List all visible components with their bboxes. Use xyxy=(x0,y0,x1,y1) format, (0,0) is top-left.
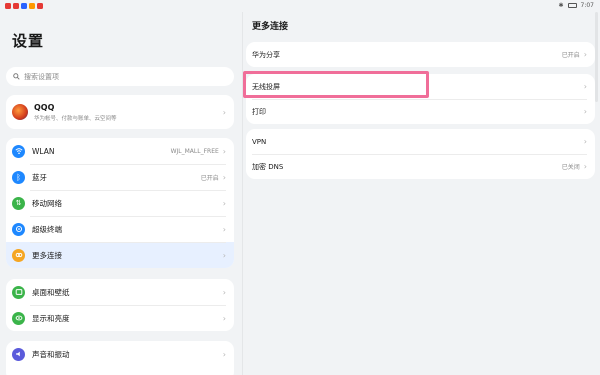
notification-app-icon xyxy=(21,3,27,9)
pane-divider xyxy=(242,12,243,375)
sidebar-item-value: WJL_MALL_FREE xyxy=(170,147,219,155)
avatar xyxy=(12,104,28,120)
status-bar: ✱ 7:07 xyxy=(0,0,600,12)
notification-app-icon xyxy=(29,3,35,9)
chevron-right-icon: › xyxy=(222,107,226,117)
row-label: 打印 xyxy=(252,107,266,116)
row-value: 已开启 xyxy=(561,52,580,59)
sidebar-item-display-brightness[interactable]: 显示和亮度 › xyxy=(6,305,234,331)
chevron-right-icon: › xyxy=(222,146,226,156)
notification-app-icon xyxy=(37,3,43,9)
chevron-right-icon: › xyxy=(222,172,226,182)
chevron-right-icon: › xyxy=(583,107,587,116)
sidebar-item-label: 声音和振动 xyxy=(32,349,70,359)
sidebar-item-label: 桌面和壁纸 xyxy=(32,287,70,297)
more-connections-icon xyxy=(12,248,25,262)
chevron-right-icon: › xyxy=(583,82,587,91)
chevron-right-icon: › xyxy=(222,224,226,234)
sidebar-item-label: 更多连接 xyxy=(32,250,62,260)
sidebar-item-label: 移动网络 xyxy=(32,198,62,208)
sidebar-item-label: WLAN xyxy=(32,146,55,156)
sidebar-item-value: 已开启 xyxy=(200,174,219,182)
vpn-row[interactable]: VPN › xyxy=(246,129,595,154)
search-placeholder: 搜索设置项 xyxy=(24,72,59,81)
sidebar-item-super-device[interactable]: 超级终端 › xyxy=(6,216,234,242)
notification-app-icon xyxy=(13,3,19,9)
row-label: 加密 DNS xyxy=(252,162,284,171)
sidebar-item-more-connections[interactable]: 更多连接 › xyxy=(6,242,234,268)
huawei-share-card: 华为分享 已开启 › xyxy=(246,42,595,67)
chevron-right-icon: › xyxy=(222,287,226,297)
sidebar-item-bluetooth[interactable]: ᛒ 蓝牙 已开启 › xyxy=(6,164,234,190)
sidebar-item-label: 蓝牙 xyxy=(32,172,47,182)
desktop-wallpaper-icon xyxy=(12,285,25,299)
chevron-right-icon: › xyxy=(583,162,587,171)
sidebar-item-wlan[interactable]: WLAN WJL_MALL_FREE › xyxy=(6,138,234,164)
row-label: VPN xyxy=(252,137,267,146)
clock: 7:07 xyxy=(580,2,594,9)
row-value: 已关闭 xyxy=(561,164,580,171)
chevron-right-icon: › xyxy=(222,250,226,260)
chevron-right-icon: › xyxy=(583,137,587,146)
wifi-icon xyxy=(12,144,25,158)
sound-group: 声音和振动 › xyxy=(6,341,234,375)
notification-icons xyxy=(5,3,43,9)
huawei-share-row[interactable]: 华为分享 已开启 › xyxy=(246,42,595,67)
scrollbar[interactable] xyxy=(595,12,598,102)
account-subtitle: 华为帐号、付款与账单、云空间等 xyxy=(34,115,117,122)
display-group: 桌面和壁纸 › 显示和亮度 › xyxy=(6,279,234,331)
search-icon xyxy=(13,73,20,80)
row-label: 华为分享 xyxy=(252,50,280,59)
page-title: 设置 xyxy=(12,32,45,50)
chevron-right-icon: › xyxy=(222,349,226,359)
status-right: ✱ 7:07 xyxy=(558,2,594,9)
search-input[interactable]: 搜索设置项 xyxy=(6,67,234,86)
sound-vibration-icon xyxy=(12,347,25,361)
notification-app-icon xyxy=(5,3,11,9)
chevron-right-icon: › xyxy=(583,50,587,59)
bluetooth-icon: ᛒ xyxy=(12,170,25,184)
detail-title: 更多连接 xyxy=(252,22,289,32)
bluetooth-status-icon: ✱ xyxy=(558,2,564,9)
battery-icon xyxy=(567,3,577,8)
highlight-box xyxy=(243,71,429,98)
sidebar-item-sound-vibration[interactable]: 声音和振动 › xyxy=(6,341,234,367)
mobile-network-icon: ⇅ xyxy=(12,196,25,210)
account-row[interactable]: QQQ 华为帐号、付款与账单、云空间等 › xyxy=(6,95,234,129)
account-card[interactable]: QQQ 华为帐号、付款与账单、云空间等 › xyxy=(6,95,234,129)
vpn-dns-card: VPN › 加密 DNS 已关闭 › xyxy=(246,129,595,179)
display-brightness-icon xyxy=(12,311,25,325)
sidebar-item-label: 超级终端 xyxy=(32,224,62,234)
sidebar-item-desktop-wallpaper[interactable]: 桌面和壁纸 › xyxy=(6,279,234,305)
encrypted-dns-row[interactable]: 加密 DNS 已关闭 › xyxy=(246,154,595,179)
print-row[interactable]: 打印 › xyxy=(246,99,595,124)
chevron-right-icon: › xyxy=(222,198,226,208)
connectivity-group: WLAN WJL_MALL_FREE › ᛒ 蓝牙 已开启 › ⇅ 移动网络 ›… xyxy=(6,138,234,268)
sidebar-item-mobile-network[interactable]: ⇅ 移动网络 › xyxy=(6,190,234,216)
sidebar-item-label: 显示和亮度 xyxy=(32,313,70,323)
chevron-right-icon: › xyxy=(222,313,226,323)
account-name: QQQ xyxy=(34,102,55,112)
super-device-icon xyxy=(12,222,25,236)
